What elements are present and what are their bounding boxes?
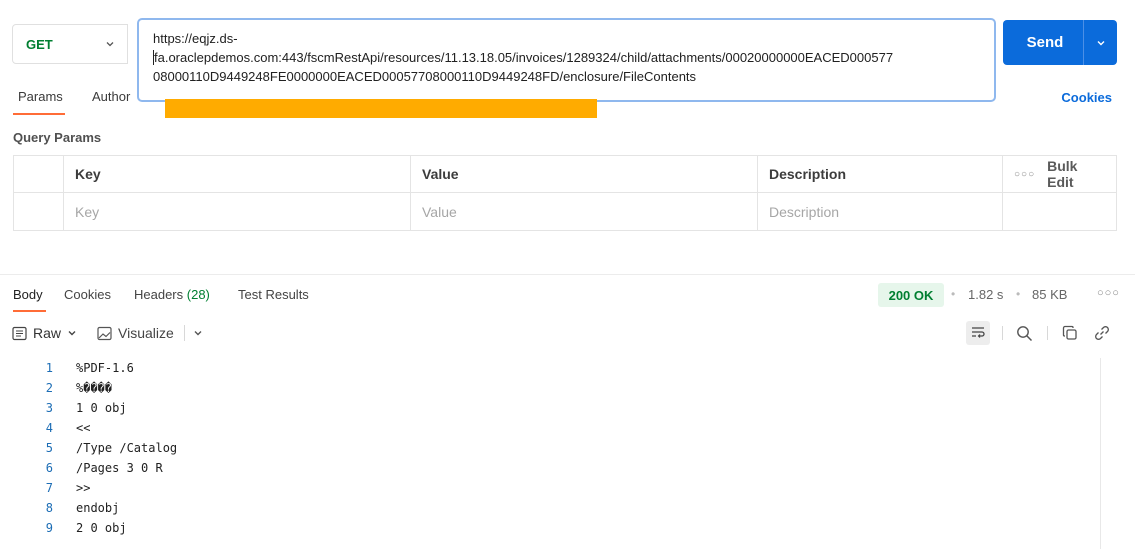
response-time[interactable]: 1.82 s bbox=[968, 287, 1003, 302]
divider bbox=[1047, 326, 1048, 340]
query-params-table: Key Value Description ○○○ Bulk Edit Key … bbox=[13, 155, 1117, 231]
empty-cell bbox=[1003, 193, 1116, 230]
line-text: 2 0 obj bbox=[76, 521, 127, 535]
redaction-highlight bbox=[165, 99, 597, 118]
scrollbar[interactable] bbox=[1100, 358, 1101, 549]
more-options-icon[interactable]: ○○○ bbox=[1097, 287, 1120, 299]
visualize-button[interactable]: Visualize bbox=[97, 325, 174, 341]
pane-divider[interactable] bbox=[0, 274, 1135, 275]
divider bbox=[1002, 326, 1003, 340]
code-line: 3 1 0 obj bbox=[0, 398, 1100, 418]
line-text: %PDF-1.6 bbox=[76, 361, 134, 375]
line-number: 7 bbox=[45, 481, 53, 495]
status-badge[interactable]: 200 OK bbox=[878, 283, 944, 307]
active-tab-indicator bbox=[13, 310, 46, 312]
divider bbox=[183, 325, 185, 341]
send-button[interactable]: Send bbox=[1003, 20, 1083, 65]
line-text: 1 0 obj bbox=[76, 401, 127, 415]
line-number: 3 bbox=[45, 401, 53, 415]
value-input[interactable]: Value bbox=[411, 193, 758, 230]
line-number: 6 bbox=[45, 461, 53, 475]
line-number: 4 bbox=[45, 421, 53, 435]
raw-format-icon bbox=[12, 326, 27, 340]
code-line: 1 %PDF-1.6 bbox=[0, 358, 1100, 378]
query-params-label: Query Params bbox=[13, 130, 102, 145]
send-button-group[interactable]: Send bbox=[1003, 20, 1117, 65]
headers-count: (28) bbox=[186, 287, 210, 302]
code-line: 4 << bbox=[0, 418, 1100, 438]
tab-authorization[interactable]: Author bbox=[92, 89, 130, 104]
response-view-bar: Raw Visualize bbox=[12, 320, 203, 346]
description-input[interactable]: Description bbox=[758, 193, 1003, 230]
link-icon[interactable] bbox=[1093, 324, 1111, 342]
send-options-button[interactable] bbox=[1084, 20, 1117, 65]
line-text: /Type /Catalog bbox=[76, 441, 178, 455]
key-input[interactable]: Key bbox=[64, 193, 411, 230]
visualize-label: Visualize bbox=[118, 325, 174, 341]
search-icon[interactable] bbox=[1015, 324, 1033, 342]
line-number: 1 bbox=[45, 361, 53, 375]
wrap-lines-icon bbox=[972, 327, 985, 338]
tab-response-body[interactable]: Body bbox=[13, 287, 43, 302]
url-line-1: https://eqjz.ds- bbox=[153, 31, 238, 46]
active-tab-indicator bbox=[13, 113, 65, 115]
table-header-row: Key Value Description ○○○ Bulk Edit bbox=[14, 156, 1116, 193]
code-line: 7 >> bbox=[0, 478, 1100, 498]
checkbox-column-header bbox=[14, 156, 64, 192]
chevron-down-icon bbox=[68, 331, 76, 336]
line-text: << bbox=[76, 421, 91, 435]
separator-dot: • bbox=[1016, 287, 1021, 301]
column-header-key: Key bbox=[64, 156, 411, 192]
code-line: 5/Type /Catalog bbox=[0, 438, 1100, 458]
separator-dot: • bbox=[951, 287, 956, 301]
tab-response-headers[interactable]: Headers (28) bbox=[134, 287, 210, 302]
line-number: 5 bbox=[45, 441, 53, 455]
copy-icon[interactable] bbox=[1061, 324, 1079, 342]
tab-test-results[interactable]: Test Results bbox=[238, 287, 309, 302]
code-line: 8 endobj bbox=[0, 498, 1100, 518]
url-input[interactable]: https://eqjz.ds- fa.oraclepdemos.com:443… bbox=[137, 18, 996, 102]
line-number: 9 bbox=[45, 521, 53, 535]
line-number: 2 bbox=[45, 381, 53, 395]
code-line: 9 2 0 obj bbox=[0, 518, 1100, 538]
method-select[interactable]: GET bbox=[12, 24, 128, 64]
bulk-edit-cell: ○○○ Bulk Edit bbox=[1003, 156, 1116, 192]
tab-response-cookies[interactable]: Cookies bbox=[64, 287, 111, 302]
tab-params[interactable]: Params bbox=[18, 89, 63, 104]
headers-tab-label: Headers bbox=[134, 287, 184, 302]
method-label: GET bbox=[26, 36, 53, 52]
bulk-edit-button[interactable]: ○○○ Bulk Edit bbox=[1014, 158, 1102, 190]
row-checkbox-cell bbox=[14, 193, 64, 230]
cookies-link[interactable]: Cookies bbox=[1061, 90, 1112, 105]
response-body-editor[interactable]: 1 %PDF-1.6 2 %���� 3 1 0 obj 4 << 5/Type /Ca… bbox=[0, 358, 1100, 549]
code-line: 2 %���� bbox=[0, 378, 1100, 398]
line-text: /Pages 3 0 R bbox=[76, 461, 163, 475]
view-mode-select[interactable]: Raw bbox=[12, 325, 77, 341]
url-line-2: fa.oraclepdemos.com:443/fscmRestApi/reso… bbox=[153, 50, 894, 65]
chevron-down-icon bbox=[106, 42, 114, 47]
line-text: >> bbox=[76, 481, 91, 495]
line-number: 8 bbox=[45, 501, 53, 515]
line-text: endobj bbox=[76, 501, 120, 515]
wrap-lines-button[interactable] bbox=[966, 321, 990, 345]
response-size[interactable]: 85 KB bbox=[1032, 287, 1067, 302]
image-icon bbox=[97, 326, 112, 340]
more-options-icon: ○○○ bbox=[1014, 168, 1036, 180]
bulk-edit-label: Bulk Edit bbox=[1047, 158, 1078, 190]
url-line-3: 08000110D9449248FE0000000EACED0005770800… bbox=[153, 69, 697, 84]
column-header-description: Description bbox=[758, 156, 1003, 192]
column-header-value: Value bbox=[411, 156, 758, 192]
table-row: Key Value Description bbox=[14, 193, 1116, 230]
chevron-down-icon[interactable] bbox=[193, 328, 203, 338]
code-line: 6/Pages 3 0 R bbox=[0, 458, 1100, 478]
line-text: %���� bbox=[76, 381, 113, 395]
view-mode-label: Raw bbox=[33, 325, 62, 341]
chevron-down-icon bbox=[1097, 40, 1104, 45]
